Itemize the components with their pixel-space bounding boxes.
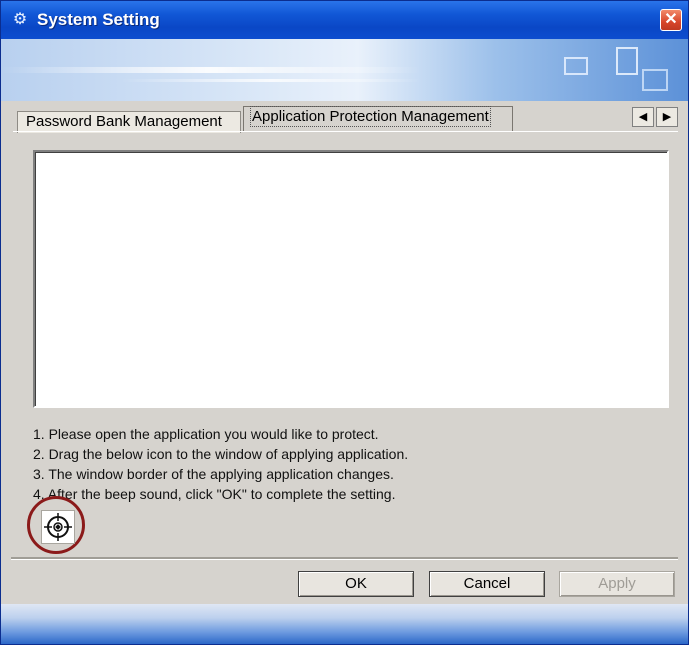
instruction-step: 1. Please open the application you would…	[33, 426, 379, 442]
instruction-step: 2. Drag the below icon to the window of …	[33, 446, 409, 462]
window-title: System Setting	[37, 10, 160, 29]
tab-scroll-arrows: ◀ ▶	[632, 107, 678, 127]
title-bar[interactable]: ⚙ System Setting ✕	[1, 1, 688, 39]
settings-icon: ⚙	[12, 11, 28, 28]
tab-strip: Password Bank Management Application Pro…	[13, 105, 678, 133]
header-banner	[1, 39, 688, 101]
cancel-button[interactable]: Cancel	[429, 571, 545, 597]
target-drag-area	[27, 496, 85, 554]
banner-decoration	[616, 47, 638, 75]
close-button[interactable]: ✕	[660, 9, 682, 31]
footer-banner	[1, 604, 688, 644]
button-separator	[11, 557, 678, 560]
apply-button[interactable]: Apply	[559, 571, 675, 597]
banner-decoration	[642, 69, 668, 91]
tab-label: Application Protection Management	[250, 106, 491, 127]
tab-scroll-left-button[interactable]: ◀	[632, 107, 654, 127]
system-setting-window: ⚙ System Setting ✕ Password Bank Managem…	[0, 0, 689, 645]
protected-application-list[interactable]	[33, 150, 669, 408]
banner-decoration	[564, 57, 588, 75]
instruction-step: 4. After the beep sound, click "OK" to c…	[33, 486, 396, 502]
ok-button[interactable]: OK	[298, 571, 414, 597]
tab-password-bank-management[interactable]: Password Bank Management	[17, 111, 241, 133]
crosshair-target-icon[interactable]	[41, 510, 75, 544]
tab-scroll-right-button[interactable]: ▶	[656, 107, 678, 127]
banner-light-streak	[121, 79, 421, 82]
banner-light-streak	[1, 67, 421, 73]
application-protection-panel: 1. Please open the application you would…	[13, 131, 678, 556]
tab-application-protection-management[interactable]: Application Protection Management	[243, 106, 513, 131]
instruction-step: 3. The window border of the applying app…	[33, 466, 394, 482]
tab-label: Password Bank Management	[26, 113, 222, 130]
instruction-list: 1. Please open the application you would…	[33, 424, 408, 504]
